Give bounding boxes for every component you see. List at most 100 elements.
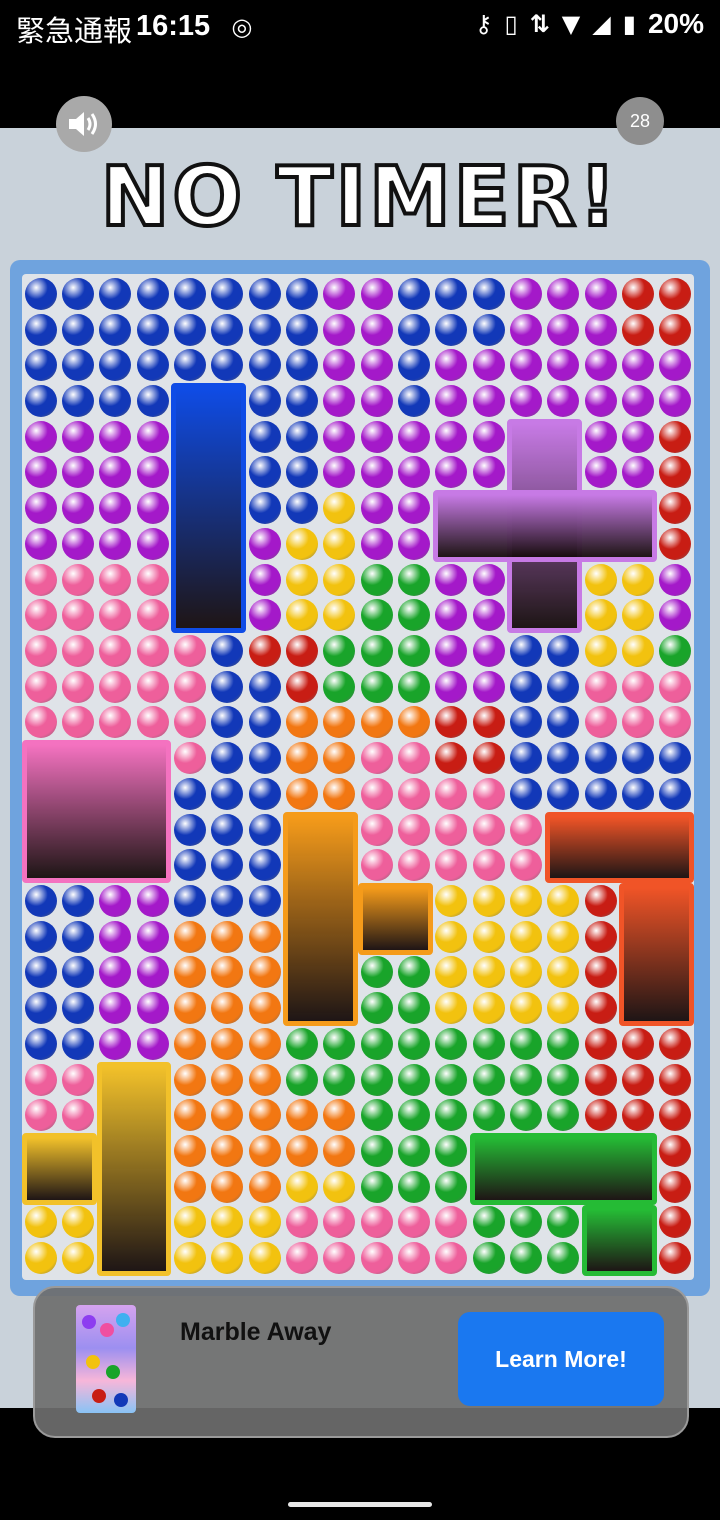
marble [360,956,393,989]
marble [510,349,542,382]
marble [99,670,132,703]
marble [659,1027,692,1060]
marble [24,349,57,382]
marble [323,492,356,525]
sound-toggle-button[interactable] [56,96,112,152]
marble [24,1027,57,1060]
marble [472,599,505,632]
yellow-pen[interactable] [96,1061,172,1276]
battery-percent: 20% [647,8,704,39]
marble [99,277,132,310]
marble [323,706,356,739]
marble [510,1206,542,1239]
marble [174,670,206,703]
ad-headline: NO TIMER! [99,148,620,247]
blue-pen[interactable] [171,383,246,634]
marble [99,563,132,596]
green-pen [582,1204,657,1276]
marble [547,670,580,703]
marble [286,1170,318,1203]
marble [136,492,169,525]
marble [547,1206,580,1239]
marble [211,313,244,346]
marble [174,849,206,882]
marble [472,813,505,846]
marble [398,670,430,703]
marble [472,992,505,1025]
marble [286,527,318,560]
marble [472,456,505,489]
marble [435,385,468,417]
marble [472,1206,505,1239]
marble [547,992,580,1025]
marble [248,277,281,310]
marble [174,349,206,382]
marble [360,742,393,775]
marble [472,885,505,917]
marble [99,599,132,632]
marble [174,277,206,310]
marble [62,1206,94,1239]
marble [435,670,468,703]
marble [547,920,580,953]
marble [99,635,132,667]
green-pen[interactable] [470,1133,657,1205]
marble [659,599,692,632]
marble [323,1242,356,1275]
marble [286,1027,318,1060]
marble [659,670,692,703]
marble [659,563,692,596]
marble [472,670,505,703]
marble [659,385,692,417]
red-pen[interactable] [544,811,694,884]
marble [398,1063,430,1096]
marble [547,956,580,989]
marble [248,742,281,775]
marble [584,456,617,489]
marble [174,1242,206,1275]
marble [286,349,318,382]
marble [174,1135,206,1167]
marble [398,1170,430,1203]
marble [398,813,430,846]
marble [24,1099,57,1132]
marble [211,349,244,382]
marble [510,742,542,775]
learn-more-button[interactable]: Learn More! [458,1312,664,1406]
marble [174,885,206,917]
marble [659,456,692,489]
marble [622,1099,654,1132]
marble [472,742,505,775]
marble [62,456,94,489]
marble [248,349,281,382]
pink-pen[interactable] [22,740,172,884]
marble [622,599,654,632]
marble [659,527,692,560]
marble [472,420,505,453]
home-indicator[interactable] [288,1502,432,1507]
marble [584,563,617,596]
marble [547,313,580,346]
marble [211,742,244,775]
marble [323,599,356,632]
marble [622,706,654,739]
marble [435,1206,468,1239]
marble [472,635,505,667]
marble [584,599,617,632]
marble [435,1099,468,1132]
marble [472,706,505,739]
marble [360,1027,393,1060]
marble [62,385,94,417]
marble [547,385,580,417]
marble [323,420,356,453]
marble [174,992,206,1025]
marble [211,1206,244,1239]
speaker-icon [69,112,97,136]
marble [584,885,617,917]
marble [136,706,169,739]
marble [99,527,132,560]
marble [248,313,281,346]
orange-pen[interactable] [283,811,358,1026]
marble [286,1242,318,1275]
marble [136,385,169,417]
